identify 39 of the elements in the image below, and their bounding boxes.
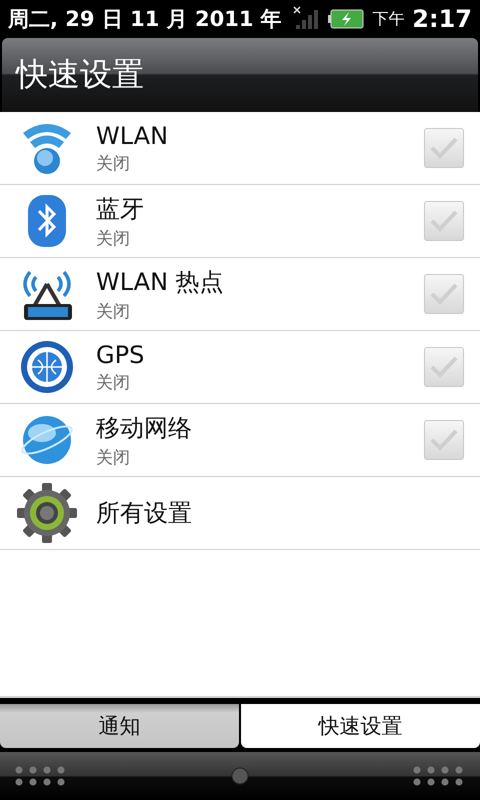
check-icon	[429, 208, 459, 234]
globe-icon	[20, 413, 74, 467]
check-icon	[429, 354, 459, 380]
checkbox[interactable]	[424, 347, 464, 387]
check-icon	[429, 427, 459, 453]
screen-title: 快速设置	[16, 54, 144, 95]
compass-icon	[20, 340, 74, 394]
bluetooth-icon	[27, 194, 67, 248]
check-icon	[429, 281, 459, 307]
settings-item[interactable]: GPS 关闭	[0, 331, 480, 404]
status-ampm: 下午	[372, 8, 404, 30]
item-status: 关闭	[96, 372, 131, 394]
item-status: 关闭	[96, 152, 131, 174]
check-icon	[429, 135, 459, 161]
item-label: 蓝牙	[96, 194, 145, 224]
checkbox[interactable]	[424, 420, 464, 460]
status-time: 2:17	[412, 5, 472, 33]
item-status: 关闭	[96, 228, 131, 250]
status-date: 周二, 29 日 11 月 2011 年	[8, 6, 283, 33]
item-label: 所有设置	[96, 498, 193, 529]
gear-icon	[17, 483, 77, 543]
item-label: 移动网络	[96, 412, 193, 444]
item-label: WLAN 热点	[96, 266, 225, 298]
item-label: WLAN	[96, 122, 170, 150]
settings-item[interactable]: 蓝牙 关闭	[0, 185, 480, 258]
tab[interactable]: 通知	[0, 704, 239, 748]
settings-item[interactable]: 移动网络 关闭	[0, 404, 480, 477]
settings-item[interactable]: 所有设置	[0, 477, 480, 550]
settings-item[interactable]: WLAN 关闭	[0, 112, 480, 185]
tab[interactable]: 快速设置	[241, 704, 480, 748]
checkbox[interactable]	[424, 128, 464, 168]
battery-icon	[328, 9, 364, 29]
home-knob-icon	[231, 767, 249, 785]
checkbox[interactable]	[424, 274, 464, 314]
settings-item[interactable]: WLAN 热点 关闭	[0, 258, 480, 331]
item-status: 关闭	[96, 300, 131, 322]
item-label: GPS	[96, 340, 146, 368]
checkbox[interactable]	[424, 201, 464, 241]
item-status: 关闭	[96, 446, 131, 468]
